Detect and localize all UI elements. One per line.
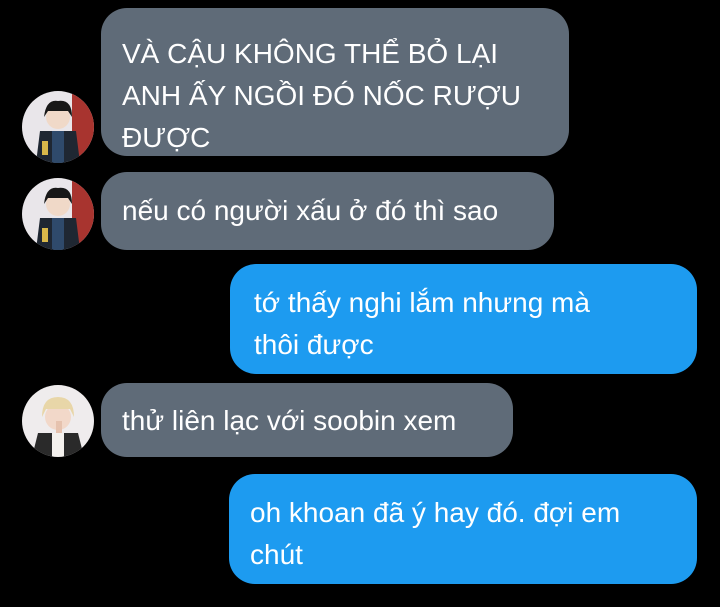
avatar-dark-outfit-icon	[22, 91, 94, 163]
avatar-dark-outfit-icon	[22, 178, 94, 250]
message-bubble-received[interactable]: thử liên lạc với soobin xem	[101, 383, 513, 457]
message-bubble-sent[interactable]: tớ thấy nghi lắm nhưng mà thôi được	[230, 264, 697, 374]
avatar-blond-icon	[22, 385, 94, 457]
contact-avatar[interactable]	[22, 178, 94, 250]
message-bubble-received[interactable]: VÀ CẬU KHÔNG THỂ BỎ LẠI ANH ẤY NGỒI ĐÓ N…	[101, 8, 569, 156]
message-bubble-received[interactable]: nếu có người xấu ở đó thì sao	[101, 172, 554, 250]
contact-avatar[interactable]	[22, 91, 94, 163]
message-bubble-sent[interactable]: oh khoan đã ý hay đó. đợi em chút	[229, 474, 697, 584]
chat-thread: VÀ CẬU KHÔNG THỂ BỎ LẠI ANH ẤY NGỒI ĐÓ N…	[0, 0, 720, 607]
contact-avatar[interactable]	[22, 385, 94, 457]
